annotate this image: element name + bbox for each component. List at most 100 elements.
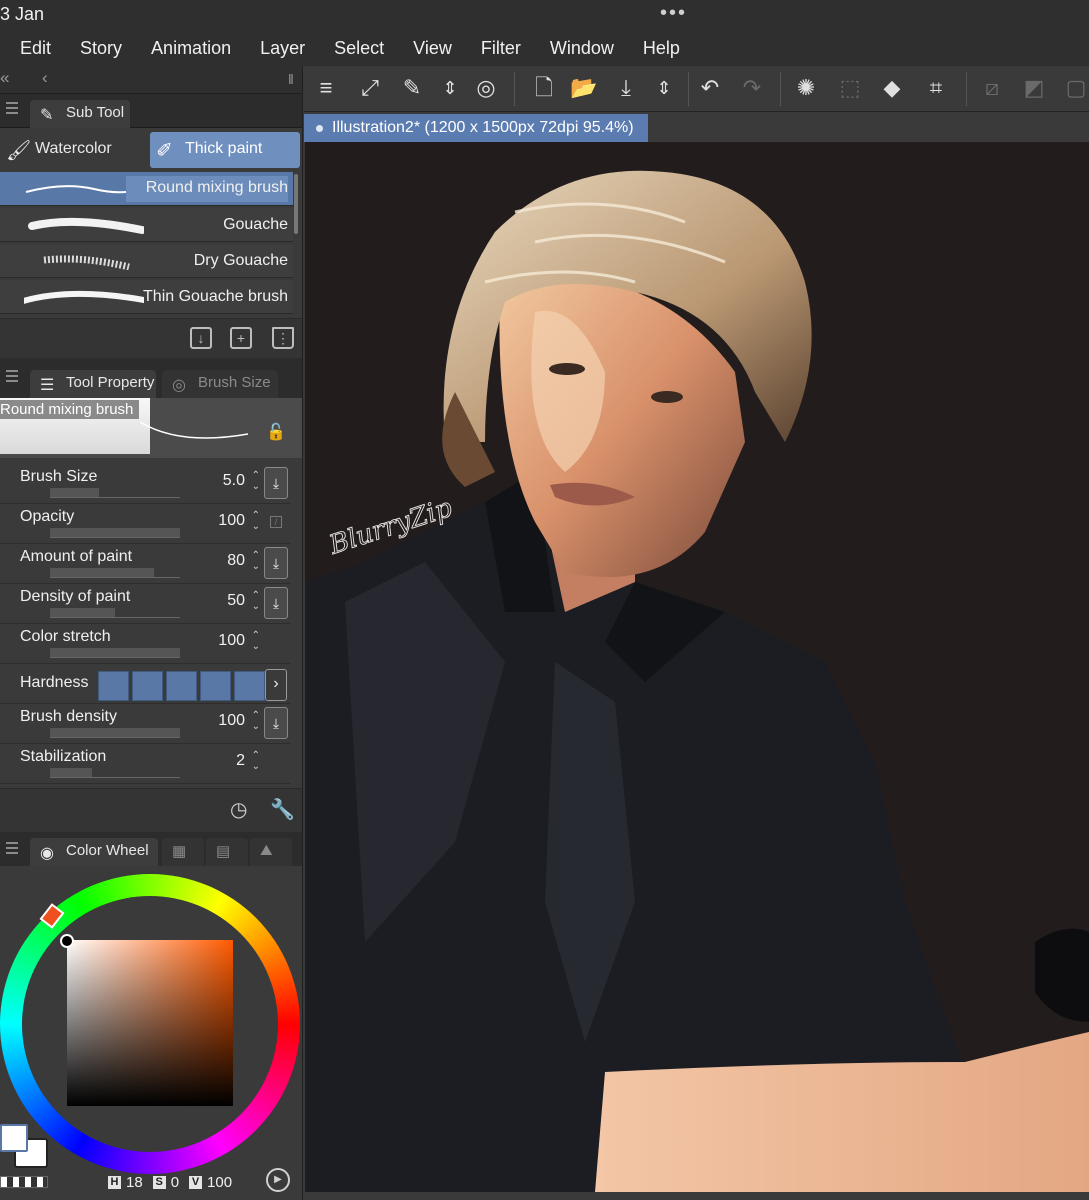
color-menu-icon[interactable] xyxy=(6,842,18,854)
disabled-toggle-icon[interactable]: / xyxy=(270,516,282,528)
property-row-color-stretch[interactable]: Color stretch 100 ⌃ ⌄ xyxy=(0,624,290,664)
sv-marker[interactable] xyxy=(60,934,74,948)
wrench-icon[interactable]: 🔧 xyxy=(270,797,295,822)
property-value[interactable]: 100 xyxy=(218,712,245,730)
panel-grip-icon[interactable]: ‖ xyxy=(288,71,294,87)
tool-property-menu-icon[interactable] xyxy=(6,370,18,382)
property-value[interactable]: 100 xyxy=(218,632,245,650)
property-slider[interactable] xyxy=(50,768,180,778)
property-value[interactable]: 5.0 xyxy=(223,472,245,490)
saturation-value-square[interactable] xyxy=(67,940,233,1106)
back-chevron-icon[interactable]: ‹ xyxy=(42,68,48,88)
undo-icon[interactable]: ↶ xyxy=(696,74,724,102)
menu-select[interactable]: Select xyxy=(334,38,384,59)
deselect-icon[interactable]: ⧄ xyxy=(978,74,1006,102)
group-watercolor[interactable]: 🖌 Watercolor xyxy=(0,132,146,168)
menu-edit[interactable]: Edit xyxy=(20,38,51,59)
property-slider[interactable] xyxy=(50,528,180,538)
menu-layer[interactable]: Layer xyxy=(260,38,305,59)
fill-bucket-icon[interactable]: ◆ xyxy=(878,74,906,102)
property-row-opacity[interactable]: Opacity 100 ⌃ ⌄ / xyxy=(0,504,290,544)
property-slider[interactable] xyxy=(50,488,180,498)
property-slider[interactable] xyxy=(50,608,180,618)
property-row-brush-size[interactable]: Brush Size 5.0 ⌃ ⌄ ⤓ xyxy=(0,464,290,504)
stepper-chevrons-icon[interactable]: ⌃ ⌄ xyxy=(252,590,260,612)
stepper-chevrons-icon[interactable]: ⌃ ⌄ xyxy=(252,510,260,532)
fit-screen-icon[interactable]: ⤢ xyxy=(356,74,384,102)
download-icon[interactable]: ⤓ xyxy=(264,547,288,579)
main-color-swatch[interactable] xyxy=(0,1124,28,1152)
transform-icon[interactable]: ⌗ xyxy=(922,74,950,102)
stepper-chevrons-icon[interactable]: ⌃ ⌄ xyxy=(252,470,260,492)
sparkle-loading-icon[interactable]: ✺ xyxy=(792,74,820,102)
stepper-chevrons-icon[interactable]: ⌃ ⌄ xyxy=(252,550,260,572)
property-row-amount-of-paint[interactable]: Amount of paint 80 ⌃ ⌄ ⤓ xyxy=(0,544,290,584)
spiral-app-icon[interactable]: ◎ xyxy=(472,74,500,102)
tab-approximate-color[interactable]: ⛰ xyxy=(250,838,292,866)
drawing-canvas[interactable]: BlurryZip xyxy=(305,142,1089,1192)
hardness-selector[interactable] xyxy=(98,671,268,701)
duplicate-icon[interactable]: + xyxy=(230,327,252,349)
property-row-brush-density[interactable]: Brush density 100 ⌃ ⌄ ⤓ xyxy=(0,704,290,744)
tab-intermediate-color[interactable]: ▤ xyxy=(206,838,248,866)
stepper-chevrons-icon[interactable]: ⌃ ⌄ xyxy=(252,630,260,652)
selection-frame-icon[interactable]: ▢ xyxy=(1062,74,1089,102)
menu-filter[interactable]: Filter xyxy=(481,38,521,59)
property-slider[interactable] xyxy=(50,568,180,578)
property-value[interactable]: 2 xyxy=(236,752,245,770)
document-tab[interactable]: Illustration2* (1200 x 1500px 72dpi 95.4… xyxy=(304,114,648,142)
property-value[interactable]: 80 xyxy=(227,552,245,570)
play-icon[interactable]: ▶ xyxy=(266,1168,290,1192)
property-slider[interactable] xyxy=(50,728,180,738)
brush-round-mixing[interactable]: Round mixing brush xyxy=(0,172,293,206)
hardness-level[interactable] xyxy=(98,671,129,701)
download-icon[interactable]: ⤓ xyxy=(264,707,288,739)
trash-icon[interactable]: ⋮ xyxy=(272,327,294,349)
stepper-chevrons-icon[interactable]: ⌃ ⌄ xyxy=(252,710,260,732)
subtool-menu-icon[interactable] xyxy=(6,102,18,114)
multitask-dots-icon[interactable]: ••• xyxy=(660,2,687,25)
brush-thin-gouache[interactable]: Thin Gouache brush xyxy=(0,280,293,314)
new-file-icon[interactable]: 🗋 xyxy=(530,74,558,102)
up-down-chevron-icon[interactable]: ⇕ xyxy=(436,74,464,102)
clear-selection-icon[interactable]: ⬚ xyxy=(836,74,864,102)
menu-window[interactable]: Window xyxy=(550,38,614,59)
open-folder-icon[interactable]: 📂 xyxy=(570,74,598,102)
hardness-level[interactable] xyxy=(234,671,265,701)
menu-story[interactable]: Story xyxy=(80,38,122,59)
tab-brush-size[interactable]: ◎ Brush Size xyxy=(162,370,278,398)
stepper-chevrons-icon[interactable]: ⌃ ⌄ xyxy=(252,750,260,772)
eyedropper-icon[interactable]: ✎ xyxy=(398,74,426,102)
tab-tool-property[interactable]: ☰ Tool Property xyxy=(30,370,156,398)
property-row-hardness[interactable]: Hardness › xyxy=(0,664,290,704)
brush-list-scrollbar[interactable] xyxy=(294,174,298,234)
brush-dry-gouache[interactable]: Dry Gouache xyxy=(0,244,293,278)
redo-icon[interactable]: ↷ xyxy=(738,74,766,102)
property-value[interactable]: 50 xyxy=(227,592,245,610)
hamburger-menu-icon[interactable]: ≡ xyxy=(312,74,340,102)
invert-selection-icon[interactable]: ◩ xyxy=(1020,74,1048,102)
menu-help[interactable]: Help xyxy=(643,38,680,59)
collapse-panel-icon[interactable]: « xyxy=(0,68,9,88)
chevron-right-icon[interactable]: › xyxy=(265,669,287,701)
property-value[interactable]: 100 xyxy=(218,512,245,530)
unlock-icon[interactable]: 🔓 xyxy=(266,422,286,442)
download-icon[interactable]: ⤓ xyxy=(264,467,288,499)
hardness-level[interactable] xyxy=(200,671,231,701)
download-icon[interactable]: ⤓ xyxy=(264,587,288,619)
dial-icon[interactable]: ◷ xyxy=(230,797,247,822)
save-tray-icon[interactable]: ⤓ xyxy=(612,74,640,102)
group-thick-paint[interactable]: ✐ Thick paint xyxy=(150,132,300,168)
hardness-level[interactable] xyxy=(132,671,163,701)
transparent-color-swatch[interactable] xyxy=(0,1176,48,1188)
property-slider[interactable] xyxy=(50,648,180,658)
up-down-chevron-icon-2[interactable]: ⇕ xyxy=(650,74,678,102)
tab-sub-tool[interactable]: ✎ Sub Tool xyxy=(30,100,130,128)
import-icon[interactable]: ↓ xyxy=(190,327,212,349)
tab-color-wheel[interactable]: ◉ Color Wheel xyxy=(30,838,158,866)
property-row-density-of-paint[interactable]: Density of paint 50 ⌃ ⌄ ⤓ xyxy=(0,584,290,624)
brush-gouache[interactable]: Gouache xyxy=(0,208,293,242)
hardness-level[interactable] xyxy=(166,671,197,701)
property-row-stabilization[interactable]: Stabilization 2 ⌃ ⌄ xyxy=(0,744,290,784)
menu-animation[interactable]: Animation xyxy=(151,38,231,59)
